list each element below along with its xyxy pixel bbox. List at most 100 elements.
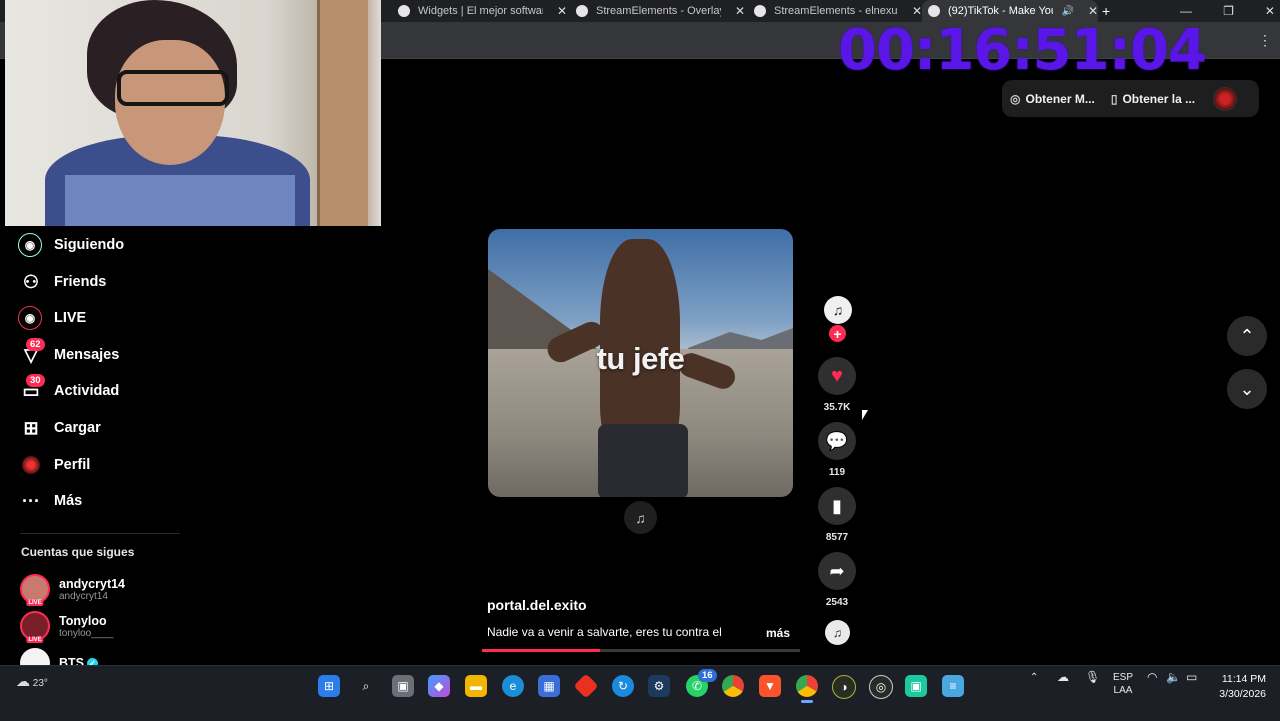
follow-plus-icon[interactable]: + <box>829 325 846 342</box>
like-count: 35.7K <box>823 402 851 413</box>
get-app-button[interactable]: ◎ Obtener M... <box>1002 92 1103 106</box>
profile-icon <box>18 452 44 478</box>
search-icon[interactable]: ⌕ <box>355 675 377 697</box>
taskbar-clock[interactable]: 11:14 PM 3/30/2026 <box>1212 672 1266 702</box>
streamelements-favicon-icon <box>576 5 588 17</box>
sidebar-divider <box>20 533 180 534</box>
onedrive-icon[interactable]: ☁ <box>1057 671 1069 684</box>
comment-count: 119 <box>828 467 846 478</box>
tiktok-icon: ◎ <box>1010 91 1021 106</box>
whatsapp-icon[interactable]: ✆ 16 <box>686 669 717 697</box>
tray-chevron-icon[interactable]: ⌃ <box>1030 671 1038 684</box>
account-avatar: LIVE <box>20 574 50 606</box>
close-tab-icon[interactable]: ✕ <box>735 4 745 18</box>
steam-icon[interactable]: ⚙ <box>648 675 670 697</box>
edge-icon[interactable]: e <box>502 675 524 697</box>
save-button[interactable]: ▮ 8577 <box>818 487 856 543</box>
video-author[interactable]: portal.del.exito <box>487 597 587 613</box>
followed-account[interactable]: LIVE Tonyloo tonyloo____ <box>20 611 114 643</box>
close-tab-icon[interactable]: ✕ <box>1088 4 1098 18</box>
sidebar-item-friends[interactable]: ⚇ Friends <box>18 267 106 297</box>
browser-tab[interactable]: StreamElements - Overlays ✕ <box>570 0 746 22</box>
chevron-up-icon[interactable]: ⌃ <box>1227 316 1267 356</box>
close-window-icon[interactable]: ✕ <box>1265 4 1275 18</box>
share-icon: ➦ <box>818 552 856 590</box>
user-avatar[interactable] <box>1213 86 1238 111</box>
store-icon[interactable]: ▦ <box>538 675 560 697</box>
comment-icon: 💬 <box>818 422 856 460</box>
stream-timer: 00:16:51:04 <box>838 18 1207 83</box>
sidebar-item-live[interactable]: ◉ LIVE <box>18 303 86 333</box>
get-app-banner: ◎ Obtener M... ▯ Obtener la ... <box>1002 80 1259 117</box>
copilot-icon[interactable]: ◆ <box>428 675 450 697</box>
brave-icon[interactable]: ▼ <box>759 675 781 697</box>
close-tab-icon[interactable]: ✕ <box>557 4 567 18</box>
volume-icon[interactable]: 🔈 <box>1166 671 1181 684</box>
followed-account[interactable]: LIVE andycryt14 andycryt14 <box>20 574 125 606</box>
sidebar-item-siguiendo[interactable]: ◉ Siguiendo <box>18 230 124 260</box>
heart-icon: ♥ <box>818 357 856 395</box>
sidebar-item-mensajes[interactable]: ▽ 62 Mensajes <box>18 338 119 370</box>
notepad-icon[interactable]: ≡ <box>942 675 964 697</box>
chrome-icon[interactable] <box>722 675 744 697</box>
messages-badge: 62 <box>26 338 45 351</box>
following-icon: ◉ <box>18 233 42 257</box>
save-count: 8577 <box>825 532 849 543</box>
phone-icon: ▯ <box>1110 91 1118 106</box>
video-overlay-text: tu jefe <box>596 341 685 376</box>
game-icon[interactable]: ◑ <box>832 675 856 699</box>
app-green-icon[interactable]: ▣ <box>905 675 927 697</box>
browser-tab[interactable]: Widgets | El mejor software ✕ <box>392 0 568 22</box>
widgets-favicon-icon <box>398 5 410 17</box>
battery-icon[interactable]: ▭ <box>1186 671 1197 684</box>
chevron-down-icon[interactable]: ⌄ <box>1227 369 1267 409</box>
friends-icon: ⚇ <box>22 271 40 292</box>
share-count: 2543 <box>825 597 849 608</box>
microphone-icon[interactable]: 🎙 <box>1085 671 1100 684</box>
account-avatar: LIVE <box>20 611 50 643</box>
audio-playing-icon[interactable]: 🔊 <box>1061 6 1073 17</box>
live-icon: ◉ <box>18 306 42 330</box>
active-app-indicator <box>801 700 813 703</box>
sidebar-nav: ◉ Siguiendo ⚇ Friends ◉ LIVE ▽ 62 Mensaje… <box>18 230 198 520</box>
windows-start-icon[interactable]: ⊞ <box>318 675 340 697</box>
like-button[interactable]: ♥ 35.7K <box>818 357 856 413</box>
app-icon[interactable]: ↻ <box>612 675 634 697</box>
video-caption: Nadie va a venir a salvarte, eres tu con… <box>487 625 722 639</box>
sidebar-item-actividad[interactable]: ▭ 30 Actividad <box>18 374 119 406</box>
caption-more-link[interactable]: más <box>766 626 790 640</box>
more-icon: ··· <box>22 490 40 511</box>
cloud-moon-icon: ☁ <box>16 673 30 689</box>
activity-icon: ▭ 30 <box>18 374 45 404</box>
language-indicator[interactable]: ESP LAA <box>1110 671 1136 697</box>
video-progress-bar[interactable] <box>482 649 800 652</box>
comment-button[interactable]: 💬 119 <box>818 422 856 478</box>
wifi-icon[interactable]: ◠ <box>1147 671 1157 684</box>
chrome-active-icon[interactable] <box>796 675 818 697</box>
browser-menu-icon[interactable]: ⋮ <box>1258 32 1272 49</box>
maximize-icon[interactable]: ❐ <box>1223 4 1234 18</box>
sound-icon[interactable]: ♫ <box>624 501 657 534</box>
share-button[interactable]: ➦ 2543 <box>818 552 856 608</box>
video-player[interactable]: tu jefe <box>488 229 793 497</box>
obs-icon[interactable]: ◎ <box>869 675 893 699</box>
music-disc-icon[interactable]: ♫ <box>825 620 850 645</box>
sidebar-item-cargar[interactable]: ⊞ Cargar <box>18 413 100 443</box>
video-progress-fill <box>482 649 600 652</box>
creator-avatar[interactable]: ♫ <box>824 296 852 324</box>
bookmark-icon: ▮ <box>818 487 856 525</box>
upload-icon: ⊞ <box>23 417 39 438</box>
webcam-overlay <box>5 0 381 226</box>
get-mobile-app-button[interactable]: ▯ Obtener la ... <box>1103 92 1203 106</box>
minimize-icon[interactable]: — <box>1180 4 1192 18</box>
mouse-cursor-icon <box>862 410 868 420</box>
task-view-icon[interactable]: ▣ <box>392 675 414 697</box>
sidebar-item-perfil[interactable]: Perfil <box>18 450 90 480</box>
messages-icon: ▽ 62 <box>18 338 45 368</box>
tiktok-favicon-icon <box>928 5 940 17</box>
weather-widget[interactable]: ☁ 23° <box>16 673 48 690</box>
activity-badge: 30 <box>26 374 45 387</box>
sidebar-item-mas[interactable]: ··· Más <box>18 486 82 516</box>
close-tab-icon[interactable]: ✕ <box>912 4 922 18</box>
file-explorer-icon[interactable]: ▬ <box>465 675 487 697</box>
